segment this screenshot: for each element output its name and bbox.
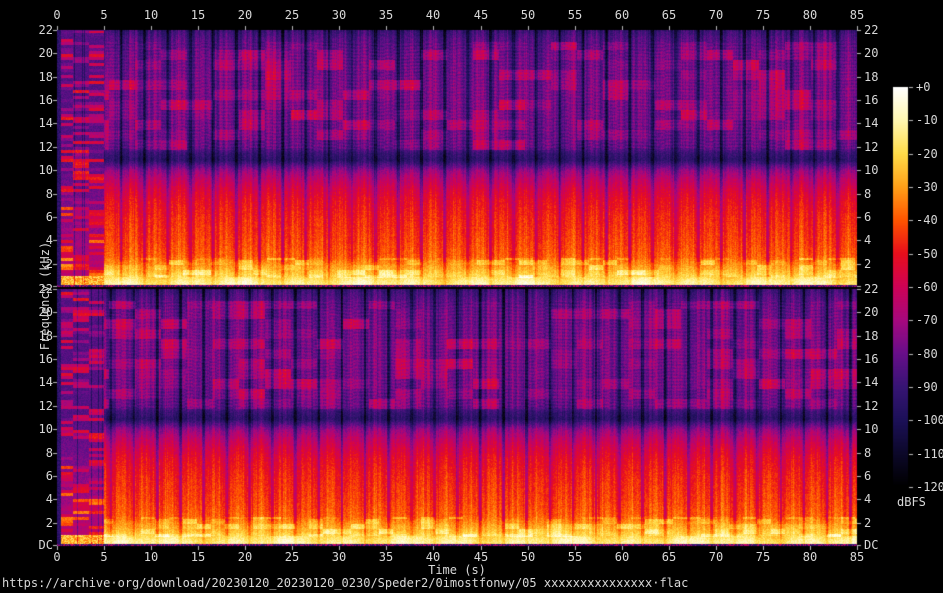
time-tick-label-top: 35 (379, 9, 393, 22)
freq-tick-label-right: 6 (864, 470, 871, 483)
colorbar-tick-label: -60 (916, 281, 938, 294)
freq-tick-label-left: 6 (3, 211, 53, 224)
freq-tick-label-left: 22 (3, 283, 53, 296)
colorbar-unit-label: dBFS (897, 496, 926, 509)
colorbar-tick-label: -110 (916, 448, 943, 461)
time-tick-label-bottom: 0 (53, 551, 60, 564)
time-tick-label-top: 25 (285, 9, 299, 22)
freq-tick-label-right: 14 (864, 376, 878, 389)
time-tick-label-bottom: 85 (850, 551, 864, 564)
freq-tick-label-left: 16 (3, 94, 53, 107)
freq-tick-label-right: 16 (864, 94, 878, 107)
freq-tick-label-right: 20 (864, 47, 878, 60)
freq-tick-label-right: 22 (864, 283, 878, 296)
freq-tick-label-right: 6 (864, 211, 871, 224)
freq-tick-label-right: 10 (864, 164, 878, 177)
time-tick-label-top: 40 (426, 9, 440, 22)
freq-tick-label-right: 14 (864, 117, 878, 130)
time-tick-label-bottom: 35 (379, 551, 393, 564)
freq-tick-label-left: 14 (3, 376, 53, 389)
freq-tick-label-left: 2 (3, 517, 53, 530)
time-tick-label-top: 60 (615, 9, 629, 22)
time-tick-label-bottom: 5 (100, 551, 107, 564)
time-tick-label-bottom: 30 (332, 551, 346, 564)
freq-tick-label-right: 8 (864, 188, 871, 201)
colorbar-tick-label: -10 (916, 114, 938, 127)
freq-tick-label-left: 18 (3, 71, 53, 84)
colorbar-tick-label: -30 (916, 181, 938, 194)
freq-tick-label-left: 10 (3, 164, 53, 177)
freq-tick-label-right: 4 (864, 493, 871, 506)
time-tick-label-top: 45 (474, 9, 488, 22)
time-tick-label-top: 15 (191, 9, 205, 22)
freq-tick-label-right: 8 (864, 447, 871, 460)
time-tick-label-bottom: 55 (568, 551, 582, 564)
freq-tick-label-left: 4 (3, 234, 53, 247)
colorbar-tick-label: -70 (916, 314, 938, 327)
colorbar-tick-label: -40 (916, 214, 938, 227)
time-tick-label-top: 30 (332, 9, 346, 22)
freq-tick-label-right: 22 (864, 24, 878, 37)
freq-tick-label-left: 6 (3, 470, 53, 483)
freq-tick-label-right: 16 (864, 353, 878, 366)
time-tick-label-bottom: 70 (709, 551, 723, 564)
colorbar-tick-label: +0 (916, 81, 930, 94)
freq-tick-label-left: DC (3, 539, 53, 552)
time-tick-label-top: 75 (756, 9, 770, 22)
freq-tick-label-left: 8 (3, 188, 53, 201)
time-tick-label-bottom: 10 (144, 551, 158, 564)
freq-tick-label-left: 12 (3, 400, 53, 413)
freq-tick-label-right: 2 (864, 258, 871, 271)
time-tick-label-top: 10 (144, 9, 158, 22)
freq-tick-label-left: 18 (3, 330, 53, 343)
freq-tick-label-left: 16 (3, 353, 53, 366)
time-tick-label-top: 55 (568, 9, 582, 22)
time-tick-label-bottom: 25 (285, 551, 299, 564)
freq-tick-label-right: 2 (864, 517, 871, 530)
spectrogram-figure: Frequency (kHz) 005510101515202025253030… (0, 0, 943, 593)
time-tick-label-bottom: 65 (662, 551, 676, 564)
freq-tick-label-right: 20 (864, 306, 878, 319)
colorbar-tick-label: -90 (916, 381, 938, 394)
time-tick-label-top: 20 (238, 9, 252, 22)
freq-tick-label-left: 22 (3, 24, 53, 37)
freq-tick-label-right: 12 (864, 141, 878, 154)
freq-tick-label-right: 12 (864, 400, 878, 413)
freq-tick-label-right: 4 (864, 234, 871, 247)
freq-tick-label-left: 2 (3, 258, 53, 271)
time-tick-label-top: 50 (521, 9, 535, 22)
freq-tick-label-left: 4 (3, 493, 53, 506)
time-tick-label-top: 70 (709, 9, 723, 22)
time-tick-label-bottom: 80 (803, 551, 817, 564)
colorbar-tick-label: -80 (916, 348, 938, 361)
colorbar-tick-label: -120 (916, 481, 943, 494)
time-tick-label-bottom: 75 (756, 551, 770, 564)
freq-tick-label-left: 20 (3, 306, 53, 319)
freq-tick-label-left: 8 (3, 447, 53, 460)
freq-tick-label-left: 14 (3, 117, 53, 130)
colorbar-tick-label: -100 (916, 414, 943, 427)
time-tick-label-top: 5 (100, 9, 107, 22)
time-tick-label-bottom: 60 (615, 551, 629, 564)
source-url: https://archive·org/download/20230120_20… (2, 577, 688, 590)
freq-tick-label-left: 20 (3, 47, 53, 60)
time-tick-label-bottom: 20 (238, 551, 252, 564)
time-tick-label-top: 65 (662, 9, 676, 22)
freq-tick-label-left: 10 (3, 423, 53, 436)
time-tick-label-bottom: 15 (191, 551, 205, 564)
time-tick-label-top: 0 (53, 9, 60, 22)
freq-tick-label-right: 18 (864, 71, 878, 84)
colorbar-tick-label: -50 (916, 248, 938, 261)
time-tick-label-top: 85 (850, 9, 864, 22)
spectrogram-canvas (0, 0, 943, 593)
time-tick-label-top: 80 (803, 9, 817, 22)
colorbar-tick-label: -20 (916, 148, 938, 161)
time-tick-label-bottom: 50 (521, 551, 535, 564)
freq-tick-label-right: 10 (864, 423, 878, 436)
freq-tick-label-right: DC (864, 539, 878, 552)
freq-tick-label-right: 18 (864, 330, 878, 343)
freq-tick-label-left: 12 (3, 141, 53, 154)
